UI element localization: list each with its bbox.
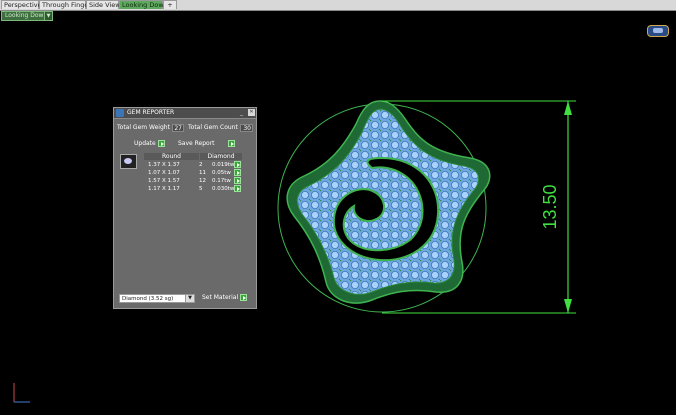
panel-title: GEM REPORTER [127,109,175,116]
total-weight-label: Total Gem Weight [117,124,170,131]
row-go-icon[interactable] [234,185,241,192]
row-weight: 0.17tw [212,178,231,184]
minimize-icon[interactable]: _ [240,109,243,117]
update-button[interactable]: Update [134,140,156,148]
chevron-down-icon[interactable]: ▼ [185,295,194,302]
table-row[interactable]: 1.57 X 1.57 12 0.17tw [144,177,242,185]
total-count-value: 30 [240,124,253,132]
set-material-button[interactable]: Set Material [202,294,238,302]
close-icon[interactable]: ✕ [248,109,255,116]
gem-thumbnail-icon [120,154,137,169]
save-report-go-icon[interactable] [228,140,235,147]
gem-reporter-panel: GEM REPORTER _ ✕ Total Gem Weight 27 Tot… [113,107,257,309]
set-material-go-icon[interactable] [240,294,247,301]
gem-reporter-icon [116,109,124,117]
row-size: 1.57 X 1.57 [148,178,180,184]
dimension-arrow-bottom [564,299,572,313]
row-size: 1.37 X 1.37 [148,162,180,168]
axis-indicator-icon [13,383,30,403]
update-go-icon[interactable] [158,140,165,147]
column-round: Round [144,153,199,160]
save-report-button[interactable]: Save Report [178,140,215,148]
row-go-icon[interactable] [234,169,241,176]
panel-title-bar[interactable]: GEM REPORTER _ ✕ [114,108,256,119]
material-select-value: Diamond (3.52 sg) [122,296,174,302]
row-count: 12 [199,178,206,184]
row-count: 2 [199,162,203,168]
row-go-icon[interactable] [234,177,241,184]
row-go-icon[interactable] [234,161,241,168]
row-count: 11 [199,170,206,176]
column-diamond: Diamond [200,153,242,160]
table-row[interactable]: 1.37 X 1.37 2 0.019tw [144,161,242,169]
table-row[interactable]: 1.17 X 1.17 5 0.030tw [144,185,242,193]
total-count-label: Total Gem Count [188,124,238,131]
viewport-canvas[interactable]: 13.50 [0,0,676,415]
table-row[interactable]: 1.07 X 1.07 11 0.05tw [144,169,242,177]
row-size: 1.17 X 1.17 [148,186,180,192]
row-weight: 0.05tw [212,170,231,176]
row-count: 5 [199,186,203,192]
dimension-value: 13.50 [540,184,560,229]
dimension-arrow-top [564,101,572,115]
row-weight: 0.019tw [212,162,235,168]
material-select[interactable]: Diamond (3.52 sg) ▼ [119,294,195,303]
row-size: 1.07 X 1.07 [148,170,180,176]
row-weight: 0.030tw [212,186,235,192]
total-weight-value: 27 [172,124,184,132]
